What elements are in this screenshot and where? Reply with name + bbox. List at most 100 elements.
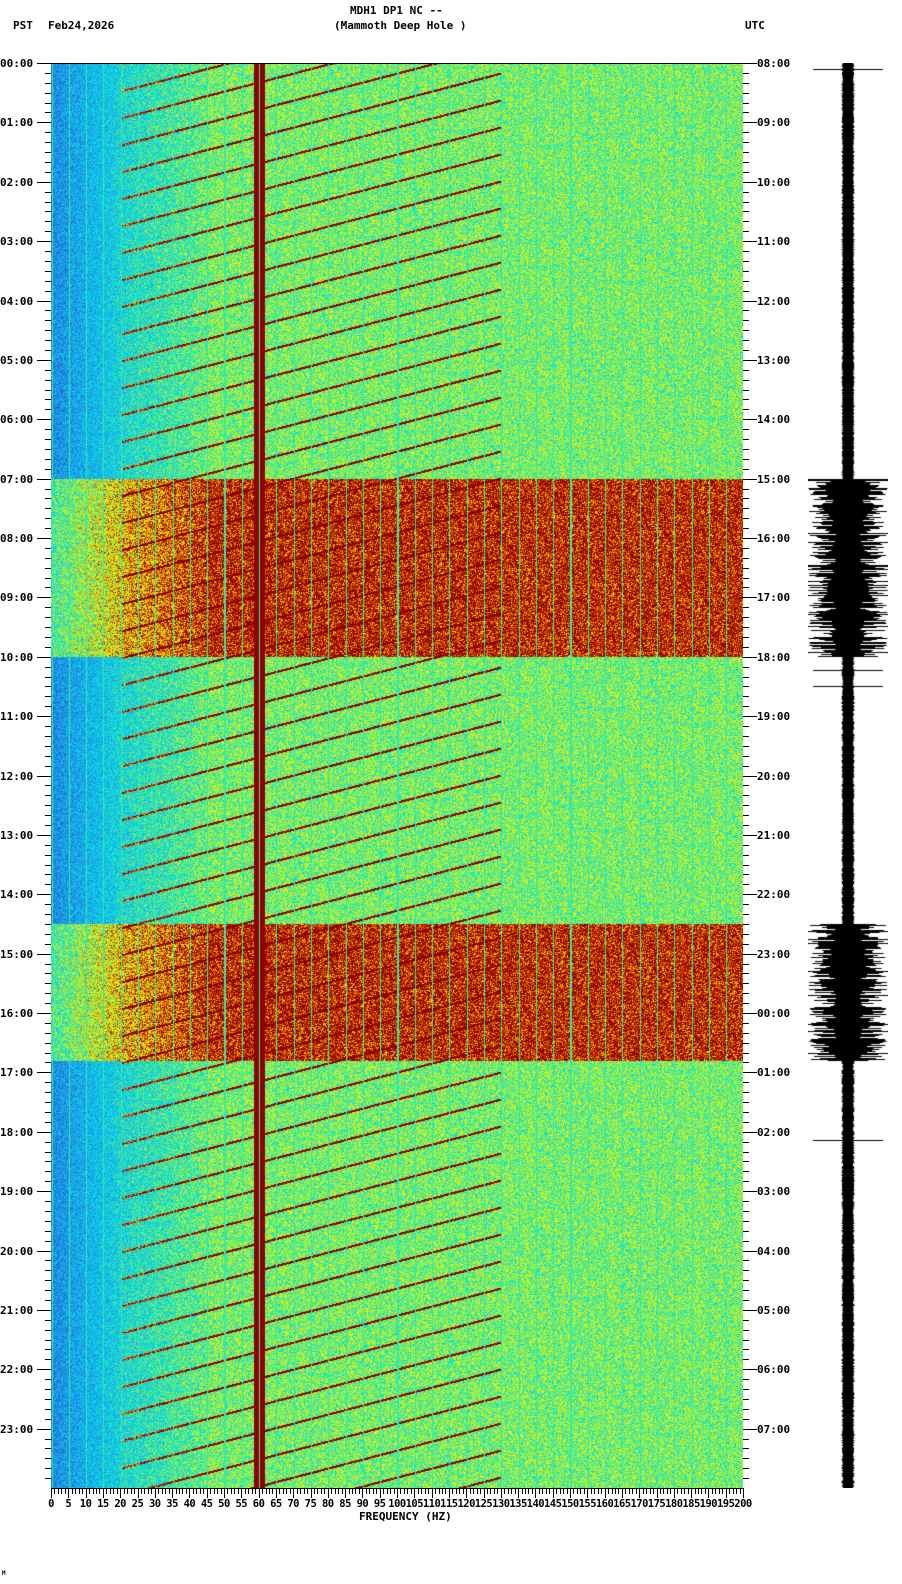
x-tick-label: 100 bbox=[388, 1498, 406, 1510]
x-minor-tick bbox=[732, 1488, 734, 1494]
y-tick-right bbox=[743, 1428, 757, 1430]
x-tick-label: 135 bbox=[509, 1498, 527, 1510]
y-minor-tick bbox=[743, 1082, 749, 1084]
x-minor-tick bbox=[99, 1488, 101, 1494]
y-tick-left bbox=[37, 1072, 51, 1074]
x-minor-tick bbox=[452, 1488, 454, 1494]
x-tick-label: 120 bbox=[457, 1498, 475, 1510]
x-minor-tick bbox=[563, 1488, 565, 1494]
y-tick-label-left: 01:00 bbox=[0, 116, 34, 130]
x-tick-label: 90 bbox=[356, 1498, 369, 1510]
y-minor-tick bbox=[743, 221, 749, 223]
y-minor-tick bbox=[45, 1042, 51, 1044]
x-tick bbox=[379, 1488, 381, 1498]
y-minor-tick bbox=[743, 508, 749, 510]
x-tick bbox=[587, 1488, 589, 1498]
x-minor-tick bbox=[64, 1488, 66, 1494]
x-minor-tick bbox=[324, 1488, 326, 1494]
x-tick bbox=[68, 1488, 70, 1498]
y-tick-label-left: 04:00 bbox=[0, 294, 34, 308]
y-minor-tick bbox=[45, 409, 51, 411]
y-minor-tick bbox=[45, 1210, 51, 1212]
y-minor-tick bbox=[743, 1210, 749, 1212]
x-minor-tick bbox=[400, 1488, 402, 1494]
y-minor-tick bbox=[45, 102, 51, 104]
x-minor-tick bbox=[635, 1488, 637, 1494]
x-minor-tick bbox=[410, 1488, 412, 1494]
y-tick-left bbox=[37, 478, 51, 480]
x-minor-tick bbox=[355, 1488, 357, 1494]
y-minor-tick bbox=[743, 933, 749, 935]
y-minor-tick bbox=[743, 1003, 749, 1005]
y-minor-tick bbox=[45, 508, 51, 510]
x-minor-tick bbox=[313, 1488, 315, 1494]
x-minor-tick bbox=[199, 1488, 201, 1494]
y-minor-tick bbox=[45, 1290, 51, 1292]
y-minor-tick bbox=[45, 330, 51, 332]
x-minor-tick bbox=[642, 1488, 644, 1494]
x-minor-tick bbox=[590, 1488, 592, 1494]
x-minor-tick bbox=[175, 1488, 177, 1494]
x-tick bbox=[293, 1488, 295, 1498]
x-tick-label: 195 bbox=[716, 1498, 735, 1510]
seismogram-trace bbox=[808, 63, 888, 1488]
y-minor-tick bbox=[45, 439, 51, 441]
y-tick-label-left: 17:00 bbox=[0, 1066, 34, 1080]
y-minor-tick bbox=[45, 1032, 51, 1034]
x-minor-tick bbox=[646, 1488, 648, 1494]
y-minor-tick bbox=[743, 132, 749, 134]
x-minor-tick bbox=[251, 1488, 253, 1494]
x-minor-tick bbox=[698, 1488, 700, 1494]
y-minor-tick bbox=[743, 320, 749, 322]
x-tick-label: 165 bbox=[613, 1498, 631, 1510]
y-tick-label-right: 17:00 bbox=[757, 591, 791, 605]
y-tick-label-right: 22:00 bbox=[757, 888, 791, 902]
y-minor-tick bbox=[743, 1151, 749, 1153]
x-minor-tick bbox=[262, 1488, 264, 1494]
x-minor-tick bbox=[123, 1488, 125, 1494]
x-minor-tick bbox=[134, 1488, 136, 1494]
x-tick bbox=[241, 1488, 243, 1498]
y-minor-tick bbox=[45, 270, 51, 272]
y-tick-left bbox=[37, 63, 51, 64]
x-minor-tick bbox=[196, 1488, 198, 1494]
y-minor-tick bbox=[743, 468, 749, 470]
x-tick bbox=[535, 1488, 537, 1498]
x-tick bbox=[673, 1488, 675, 1498]
y-minor-tick bbox=[743, 617, 749, 619]
x-minor-tick bbox=[182, 1488, 184, 1494]
y-minor-tick bbox=[743, 1418, 749, 1420]
x-minor-tick bbox=[559, 1488, 561, 1494]
x-minor-tick bbox=[75, 1488, 77, 1494]
x-minor-tick bbox=[372, 1488, 374, 1494]
x-minor-tick bbox=[611, 1488, 613, 1494]
x-minor-tick bbox=[244, 1488, 246, 1494]
x-minor-tick bbox=[445, 1488, 447, 1494]
x-tick bbox=[172, 1488, 174, 1498]
y-minor-tick bbox=[45, 874, 51, 876]
x-minor-tick bbox=[71, 1488, 73, 1494]
y-minor-tick bbox=[743, 1092, 749, 1094]
x-tick bbox=[224, 1488, 225, 1498]
y-minor-tick bbox=[743, 547, 749, 549]
x-tick bbox=[189, 1488, 191, 1498]
y-minor-tick bbox=[743, 1201, 749, 1203]
y-minor-tick bbox=[45, 458, 51, 460]
x-minor-tick bbox=[684, 1488, 686, 1494]
x-minor-tick bbox=[549, 1488, 551, 1494]
y-minor-tick bbox=[743, 745, 749, 747]
y-minor-tick bbox=[743, 518, 749, 520]
x-tick-label: 125 bbox=[474, 1498, 493, 1510]
x-tick-label: 5 bbox=[65, 1498, 72, 1510]
y-tick-label-left: 20:00 bbox=[0, 1244, 34, 1258]
y-minor-tick bbox=[743, 379, 749, 381]
y-minor-tick bbox=[743, 1398, 749, 1400]
x-minor-tick bbox=[659, 1488, 661, 1494]
y-minor-tick bbox=[743, 706, 749, 708]
y-minor-tick bbox=[45, 1240, 51, 1242]
y-minor-tick bbox=[45, 1418, 51, 1420]
y-tick-label-right: 18:00 bbox=[757, 650, 791, 664]
x-minor-tick bbox=[386, 1488, 388, 1494]
y-minor-tick bbox=[45, 1349, 51, 1351]
x-minor-tick bbox=[338, 1488, 340, 1494]
